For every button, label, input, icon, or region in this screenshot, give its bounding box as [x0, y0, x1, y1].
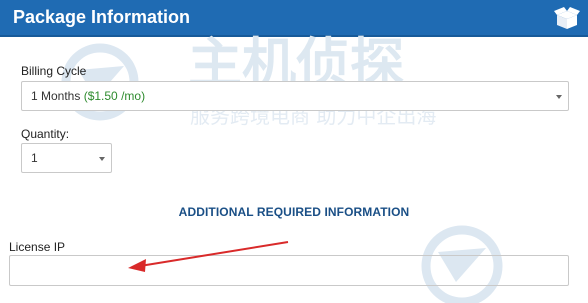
- quantity-label: Quantity:: [21, 127, 70, 141]
- chevron-down-icon: [556, 95, 562, 99]
- panel-header: Package Information: [0, 0, 588, 37]
- additional-info-heading: ADDITIONAL REQUIRED INFORMATION: [178, 205, 410, 219]
- quantity-select[interactable]: 1: [21, 143, 112, 173]
- license-ip-input[interactable]: [9, 255, 569, 286]
- chevron-down-icon: [99, 157, 105, 161]
- billing-price: ($1.50 /mo): [83, 89, 146, 103]
- billing-cycle-value: 1 Months ($1.50 /mo): [31, 89, 145, 103]
- billing-cycle-select[interactable]: 1 Months ($1.50 /mo): [21, 81, 569, 111]
- billing-term: 1 Months: [31, 89, 81, 103]
- license-ip-label: License IP: [9, 240, 66, 254]
- quantity-value: 1: [31, 151, 38, 165]
- open-box-icon: [554, 7, 580, 29]
- panel-title: Package Information: [13, 7, 191, 27]
- billing-cycle-label: Billing Cycle: [21, 64, 87, 78]
